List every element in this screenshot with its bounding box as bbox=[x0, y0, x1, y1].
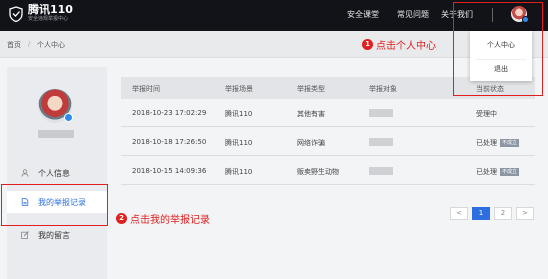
top-bar: 腾讯110 安全违规举报中心 安全课堂 常见问题 关于我们 bbox=[0, 0, 548, 31]
brand-name: 腾讯110 bbox=[28, 3, 73, 16]
masked-username bbox=[38, 130, 74, 138]
status-text: 受理中 bbox=[476, 110, 497, 118]
brand-subtitle: 安全违规举报中心 bbox=[28, 16, 69, 22]
breadcrumb: 首页 / 个人中心 bbox=[0, 31, 548, 58]
status-badge: 不成立 bbox=[500, 139, 520, 147]
breadcrumb-home[interactable]: 首页 bbox=[7, 40, 21, 50]
column-header-scene: 举报场景 bbox=[225, 85, 253, 93]
column-header-target: 举报对象 bbox=[369, 85, 397, 93]
nav-about[interactable]: 关于我们 bbox=[441, 9, 473, 20]
user-dropdown-menu: 个人中心 退出 bbox=[470, 31, 532, 81]
column-header-status: 当前状态 bbox=[476, 85, 504, 93]
step-number: 1 bbox=[362, 39, 373, 50]
verified-badge-icon bbox=[522, 16, 529, 23]
cell-scene: 腾讯110 bbox=[225, 168, 253, 176]
shield-icon bbox=[9, 5, 23, 22]
status-text: 已处理 bbox=[476, 139, 497, 147]
prev-page-button[interactable]: < bbox=[450, 207, 468, 220]
profile-avatar bbox=[38, 89, 73, 123]
sidebar-item-label: 我的留言 bbox=[38, 230, 70, 240]
user-avatar-button[interactable] bbox=[511, 6, 529, 23]
table-row[interactable]: 2018-10-15 14:09:36 腾讯110 贩卖野生动物 已处理 不成立 bbox=[121, 157, 535, 185]
menu-item-logout[interactable]: 退出 bbox=[470, 64, 532, 74]
breadcrumb-separator: / bbox=[28, 40, 31, 48]
column-header-time: 举报时间 bbox=[132, 85, 160, 93]
annotation-step-1: 1 点击个人中心 bbox=[362, 37, 436, 52]
pagination: < 1 2 > bbox=[446, 207, 534, 220]
menu-item-personal-center[interactable]: 个人中心 bbox=[470, 40, 532, 50]
cell-type: 网络诈骗 bbox=[297, 139, 325, 147]
sidebar: 个人信息 我的举报记录 我的留言 bbox=[7, 67, 107, 279]
annotation-text: 点击个人中心 bbox=[376, 41, 436, 52]
page-1-button[interactable]: 1 bbox=[472, 207, 490, 220]
report-records-panel: 举报时间 举报场景 举报类型 举报对象 当前状态 2018-10-23 17:0… bbox=[113, 67, 548, 279]
table-row[interactable]: 2018-10-18 17:26:50 腾讯110 网络诈骗 已处理 不成立 bbox=[121, 128, 535, 156]
brand-logo[interactable]: 腾讯110 安全违规举报中心 bbox=[9, 4, 73, 23]
cell-type: 其他有害 bbox=[297, 110, 325, 118]
sidebar-item-my-messages[interactable]: 我的留言 bbox=[7, 224, 107, 246]
annotation-text: 点击我的举报记录 bbox=[130, 215, 210, 226]
cell-type: 贩卖野生动物 bbox=[297, 168, 339, 176]
cell-time: 2018-10-23 17:02:29 bbox=[132, 109, 207, 117]
edit-icon bbox=[21, 231, 29, 239]
cell-time: 2018-10-18 17:26:50 bbox=[132, 138, 207, 146]
sidebar-item-profile[interactable]: 个人信息 bbox=[7, 162, 107, 184]
masked-target bbox=[369, 138, 393, 146]
table-row[interactable]: 2018-10-23 17:02:29 腾讯110 其他有害 受理中 bbox=[121, 99, 535, 127]
sidebar-item-label: 个人信息 bbox=[38, 168, 70, 178]
masked-target bbox=[369, 167, 393, 175]
masked-target bbox=[369, 109, 393, 117]
menu-divider bbox=[476, 58, 526, 60]
annotation-step-2: 2 点击我的举报记录 bbox=[116, 211, 210, 226]
sidebar-item-label: 我的举报记录 bbox=[38, 197, 86, 207]
nav-divider bbox=[492, 8, 493, 22]
cell-time: 2018-10-15 14:09:36 bbox=[132, 167, 207, 175]
nav-security-class[interactable]: 安全课堂 bbox=[347, 9, 379, 20]
breadcrumb-current: 个人中心 bbox=[37, 41, 65, 49]
cell-status: 受理中 bbox=[476, 109, 497, 119]
page-2-button[interactable]: 2 bbox=[494, 207, 512, 220]
next-page-button[interactable]: > bbox=[516, 207, 534, 220]
sidebar-item-my-reports[interactable]: 我的举报记录 bbox=[7, 191, 107, 213]
user-icon bbox=[21, 169, 29, 177]
document-icon bbox=[21, 198, 29, 206]
cell-status: 已处理 不成立 bbox=[476, 138, 520, 148]
verified-badge-icon bbox=[64, 113, 73, 122]
cell-scene: 腾讯110 bbox=[225, 139, 253, 147]
column-header-type: 举报类型 bbox=[297, 85, 325, 93]
step-number: 2 bbox=[116, 213, 127, 224]
cell-status: 已处理 不成立 bbox=[476, 167, 520, 177]
nav-faq[interactable]: 常见问题 bbox=[397, 9, 429, 20]
status-badge: 不成立 bbox=[500, 168, 520, 176]
status-text: 已处理 bbox=[476, 168, 497, 176]
cell-scene: 腾讯110 bbox=[225, 110, 253, 118]
